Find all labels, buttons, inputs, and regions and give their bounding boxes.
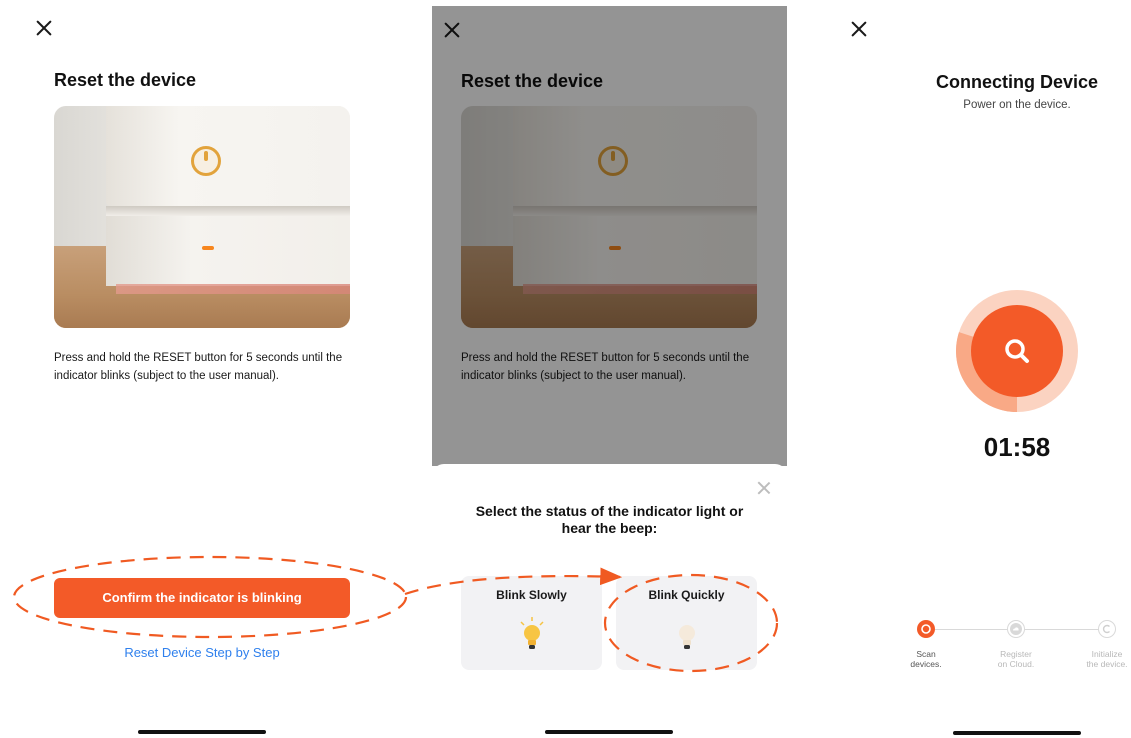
power-icon	[191, 146, 221, 176]
indicator-status-screen: Reset the device Press and hold the RESE…	[432, 6, 787, 738]
page-title: Connecting Device	[935, 72, 1099, 92]
close-icon[interactable]	[35, 19, 53, 37]
reset-device-screen: Reset the device Press and hold the RESE…	[0, 0, 405, 738]
scan-step-icon	[917, 620, 935, 638]
step-label-initialize: Initialize the device.	[1077, 649, 1131, 669]
device-illustration	[54, 106, 350, 328]
reset-step-by-step-link[interactable]: Reset Device Step by Step	[54, 645, 350, 660]
instruction-line: Press and hold the RESET button for 5 se…	[54, 352, 343, 364]
lightbulb-on-icon	[520, 617, 544, 649]
indicator-status-sheet: Select the status of the indicator light…	[432, 464, 787, 738]
home-indicator	[138, 730, 266, 734]
sheet-title: Select the status of the indicator light…	[432, 503, 787, 537]
sheet-title-line: hear the beep:	[561, 520, 658, 536]
step-label-line: devices.	[910, 659, 942, 669]
step-label-line: the device.	[1086, 659, 1128, 669]
sheet-title-line: Select the status of the indicator light…	[475, 503, 744, 519]
blink-slowly-option[interactable]: Blink Slowly	[461, 576, 602, 670]
blink-quickly-option[interactable]: Blink Quickly	[616, 576, 757, 670]
lightbulb-dim-icon	[679, 625, 695, 649]
step-label-register: Register on Cloud.	[986, 649, 1046, 669]
countdown-timer: 01:58	[983, 432, 1051, 462]
cloud-step-icon	[1007, 620, 1025, 638]
page-subtitle: Power on the device.	[963, 99, 1071, 111]
step-label-line: on Cloud.	[997, 659, 1035, 669]
modal-backdrop[interactable]	[432, 6, 787, 466]
step-connector	[935, 629, 1013, 630]
connecting-device-screen: Connecting Device Power on the device. 0…	[820, 0, 1131, 738]
home-indicator	[953, 731, 1081, 735]
initialize-step-icon	[1098, 620, 1116, 638]
instruction-text: Press and hold the RESET button for 5 se…	[54, 349, 384, 385]
page-title: Reset the device	[54, 70, 197, 90]
home-indicator	[545, 730, 673, 734]
close-icon[interactable]	[757, 481, 771, 495]
option-label: Blink Quickly	[648, 588, 725, 602]
step-connector	[1025, 629, 1105, 630]
step-label-line: Register	[1000, 649, 1032, 659]
step-label-line: Scan	[916, 649, 936, 659]
step-label-line: Initialize	[1091, 649, 1123, 659]
instruction-line: indicator blinks (subject to the user ma…	[54, 370, 279, 382]
confirm-blinking-button[interactable]: Confirm the indicator is blinking	[54, 578, 350, 618]
close-icon[interactable]	[850, 20, 868, 38]
indicator-led	[202, 246, 214, 250]
scan-progress-ring	[956, 290, 1078, 412]
option-label: Blink Slowly	[496, 588, 567, 602]
step-label-scan: Scan devices.	[896, 649, 956, 669]
